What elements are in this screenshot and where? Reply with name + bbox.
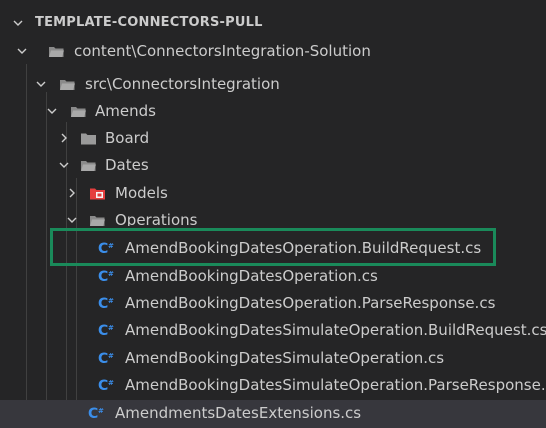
tree-item-label: AmendBookingDatesOperation.ParseResponse… bbox=[125, 294, 496, 312]
svg-text:#: # bbox=[108, 242, 114, 250]
tree-item-file[interactable]: C # AmendBookingDatesSimulateOperation.B… bbox=[0, 317, 546, 344]
csharp-file-icon: C # bbox=[98, 296, 114, 311]
tree-item-folder[interactable]: Board bbox=[0, 125, 546, 152]
tree-item-file-selected[interactable]: C # AmendmentsDatesExtensions.cs bbox=[0, 400, 546, 428]
folder-open-icon bbox=[49, 47, 64, 57]
svg-text:C: C bbox=[98, 269, 108, 284]
csharp-file-icon: C # bbox=[98, 241, 114, 256]
tree-item-label: AmendBookingDatesSimulateOperation.Parse… bbox=[125, 376, 546, 394]
csharp-file-icon: C # bbox=[88, 406, 104, 421]
tree-item-label: Operations bbox=[115, 211, 198, 227]
svg-text:#: # bbox=[98, 407, 104, 415]
svg-text:#: # bbox=[108, 270, 114, 278]
chevron-right-icon bbox=[69, 188, 75, 198]
tree-item-file[interactable]: C # AmendBookingDatesSimulateOperation.c… bbox=[0, 345, 546, 372]
section-title: TEMPLATE-CONNECTORS-PULL bbox=[35, 15, 263, 30]
svg-text:C: C bbox=[98, 351, 108, 366]
csharp-file-icon: C # bbox=[98, 378, 114, 393]
tree-item-label: Board bbox=[105, 129, 150, 147]
chevron-right-icon bbox=[61, 133, 67, 143]
explorer-section-header[interactable]: TEMPLATE-CONNECTORS-PULL bbox=[0, 10, 546, 36]
tree-item-folder[interactable]: Amends bbox=[0, 98, 546, 125]
tree-item-file[interactable]: C # AmendBookingDatesOperation.ParseResp… bbox=[0, 290, 546, 317]
tree-item-file[interactable]: C # AmendBookingDatesSimulateOperation.P… bbox=[0, 372, 546, 399]
tree-item-label: Models bbox=[115, 184, 168, 202]
tree-item-label: AmendBookingDatesSimulateOperation.Build… bbox=[125, 321, 546, 339]
tree-item-folder[interactable]: content\ConnectorsIntegration-Solution bbox=[0, 38, 546, 65]
folder-open-icon bbox=[60, 80, 75, 90]
svg-text:#: # bbox=[108, 324, 114, 332]
models-folder-icon bbox=[90, 188, 105, 200]
tree-item-label: AmendmentsDatesExtensions.cs bbox=[115, 404, 362, 422]
file-explorer: TEMPLATE-CONNECTORS-PULL content\Connect… bbox=[0, 0, 546, 428]
tree-item-file[interactable]: C # AmendBookingDatesOperation.BuildRequ… bbox=[0, 235, 546, 262]
tree-item-label: AmendBookingDatesOperation.BuildRequest.… bbox=[125, 239, 482, 257]
tree-item-label: Dates bbox=[105, 156, 149, 174]
tree-item-label: content\ConnectorsIntegration-Solution bbox=[74, 42, 371, 60]
svg-text:C: C bbox=[98, 323, 108, 338]
tree-item-label: src\ConnectorsIntegration bbox=[85, 75, 280, 93]
tree-item-label: AmendBookingDatesOperation.cs bbox=[125, 267, 378, 285]
tree-item-file[interactable]: C # AmendBookingDatesOperation.cs bbox=[0, 263, 546, 290]
svg-text:#: # bbox=[108, 352, 114, 360]
tree-item-folder[interactable]: Operations bbox=[0, 207, 546, 226]
chevron-down-icon bbox=[17, 48, 27, 54]
csharp-file-icon: C # bbox=[98, 269, 114, 284]
tree-item-folder[interactable]: src\ConnectorsIntegration bbox=[0, 71, 546, 98]
chevron-down-icon bbox=[67, 217, 77, 223]
svg-text:C: C bbox=[98, 241, 108, 256]
tree-item-folder[interactable]: Models bbox=[0, 180, 546, 207]
folder-open-icon bbox=[71, 107, 86, 117]
svg-text:#: # bbox=[108, 379, 114, 387]
chevron-down-icon bbox=[13, 20, 23, 26]
folder-open-icon bbox=[90, 216, 105, 226]
tree-item-folder[interactable]: Dates bbox=[0, 152, 546, 179]
folder-open-icon bbox=[81, 161, 96, 171]
chevron-down-icon bbox=[47, 108, 57, 114]
tree-item-label: AmendBookingDatesSimulateOperation.cs bbox=[125, 349, 445, 367]
svg-text:C: C bbox=[98, 296, 108, 311]
svg-text:C: C bbox=[88, 406, 98, 421]
folder-closed-icon bbox=[81, 133, 96, 145]
chevron-down-icon bbox=[59, 162, 69, 168]
chevron-down-icon bbox=[36, 81, 46, 87]
tree-item-label: Amends bbox=[95, 102, 156, 120]
svg-text:#: # bbox=[108, 297, 114, 305]
svg-text:C: C bbox=[98, 378, 108, 393]
csharp-file-icon: C # bbox=[98, 323, 114, 338]
csharp-file-icon: C # bbox=[98, 351, 114, 366]
